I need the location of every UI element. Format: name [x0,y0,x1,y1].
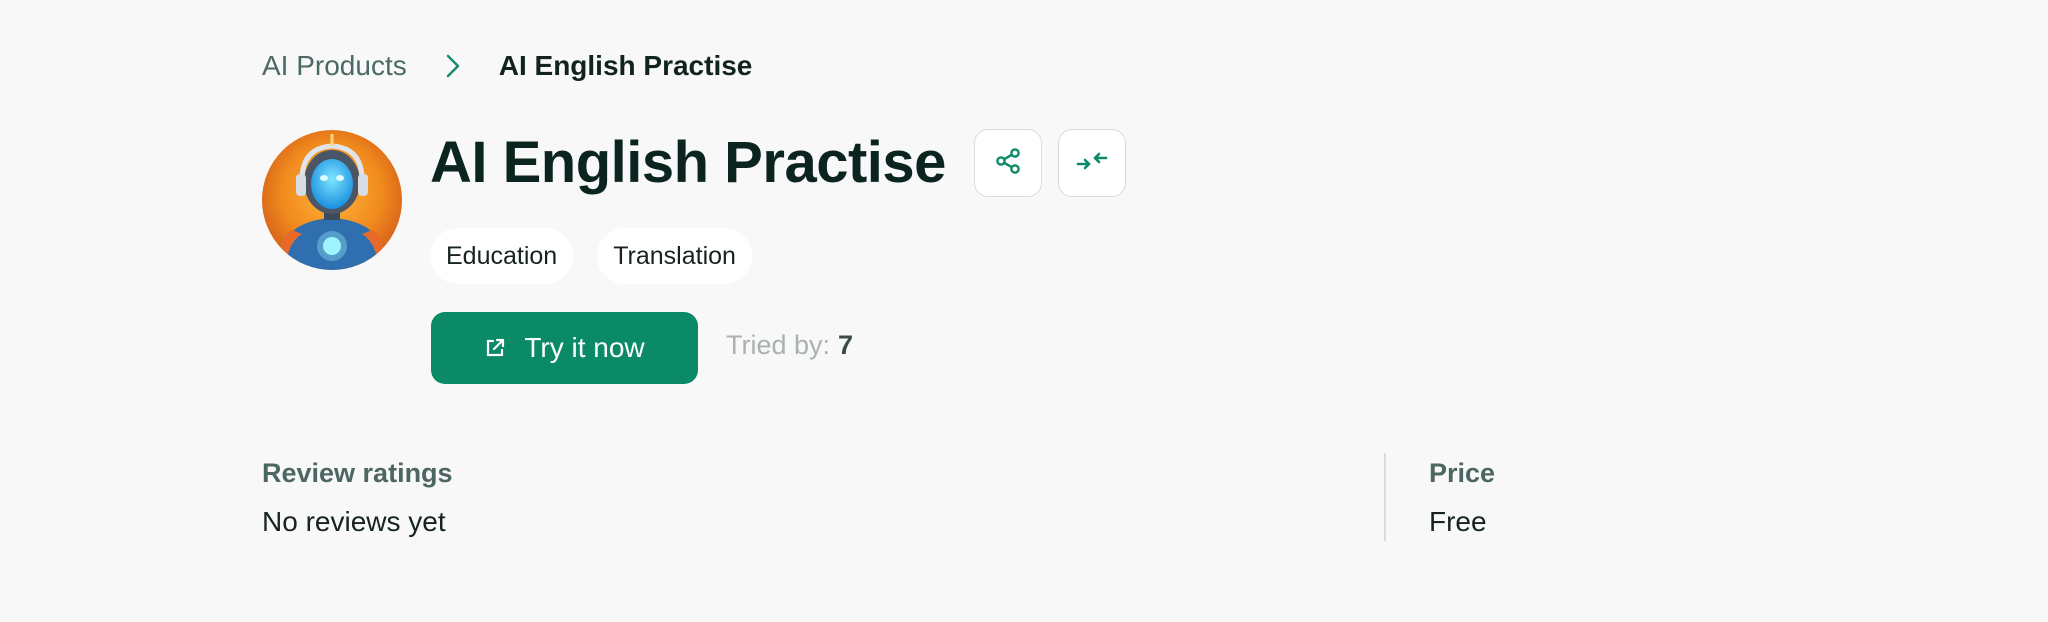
try-it-now-label: Try it now [524,332,645,363]
review-ratings-label: Review ratings [262,458,453,488]
breadcrumb-current: AI English Practise [498,50,753,81]
share-button[interactable] [974,129,1042,197]
page-title: AI English Practise [430,130,946,195]
compress-arrows-icon [1075,146,1109,181]
breadcrumb: AI Products AI English Practise [262,46,752,86]
try-it-now-button[interactable]: Try it now [431,312,698,384]
breadcrumb-link-ai-products[interactable]: AI Products [262,50,407,82]
external-link-icon [484,337,506,359]
tried-by-counter: Tried by: 7 [726,330,853,361]
product-logo [262,130,402,270]
tried-by-label: Tried by: [726,330,831,360]
share-icon [993,146,1023,181]
tag-list: Education Translation [430,228,752,284]
tag-translation[interactable]: Translation [597,228,752,284]
review-ratings-value: No reviews yet [262,506,446,537]
price-value: Free [1429,506,1487,537]
price-label: Price [1429,458,1496,488]
product-page: AI Products AI English Practise AI Engli… [0,0,2048,622]
chevron-right-icon [445,53,461,79]
tried-by-count: 7 [838,330,854,360]
info-divider [1384,453,1386,541]
compare-button[interactable] [1058,129,1126,197]
tag-education[interactable]: Education [430,228,574,284]
